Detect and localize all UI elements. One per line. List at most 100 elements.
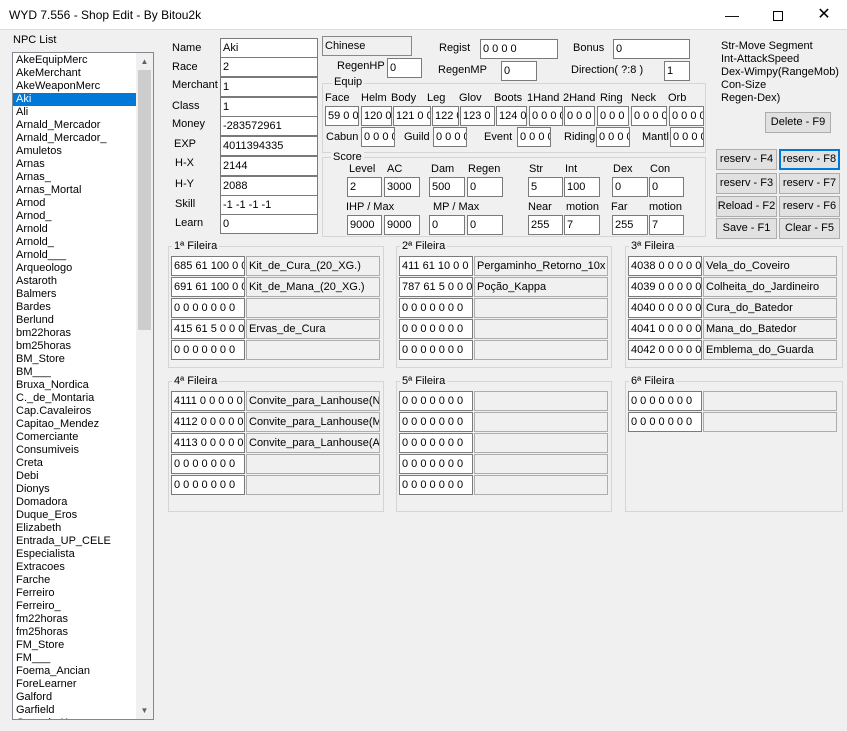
shop-item-code[interactable]: 0 0 0 0 0 0 0 [171, 475, 245, 495]
shop-item-code[interactable]: 0 0 0 0 0 0 0 [399, 454, 473, 474]
equip-slot-field[interactable]: 0 0 0 0 [361, 127, 395, 147]
npc-list-item[interactable]: C._de_Montaria [13, 392, 136, 405]
save-button[interactable]: Save - F1 [716, 218, 777, 239]
equip-slot-field[interactable]: 0 0 0 0 [596, 127, 630, 147]
shop-item-code[interactable]: 4039 0 0 0 0 0 [628, 277, 702, 297]
npc-list-item[interactable]: AkeMerchant [13, 67, 136, 80]
equip-slot-field[interactable]: 0 0 0 0 [529, 106, 563, 126]
npc-list-item[interactable]: Capitao_Mendez [13, 418, 136, 431]
npc-list-item[interactable]: Ganesh_Keys [13, 717, 136, 719]
regenmp-field[interactable]: 0 [501, 61, 537, 81]
equip-slot-field[interactable]: 0 0 0 0 [631, 106, 667, 126]
hy-field[interactable]: 2088 [220, 176, 318, 196]
npc-list-item[interactable]: FM_Store [13, 639, 136, 652]
npc-list-item[interactable]: Elizabeth [13, 522, 136, 535]
exp-field[interactable]: 4011394335 [220, 136, 318, 156]
regist-field[interactable]: 0 0 0 0 [480, 39, 558, 59]
near-field[interactable]: 255 [528, 215, 563, 235]
shop-item-code[interactable]: 0 0 0 0 0 0 0 [171, 298, 245, 318]
shop-item-code[interactable]: 0 0 0 0 0 0 0 [399, 391, 473, 411]
npc-list-item[interactable]: Arnas_ [13, 171, 136, 184]
npc-list-item[interactable]: FM___ [13, 652, 136, 665]
npc-list-item[interactable]: Bruxa_Nordica [13, 379, 136, 392]
equip-slot-field[interactable]: 120 0 0 [361, 106, 392, 126]
shop-item-code[interactable]: 4111 0 0 0 0 0 [171, 391, 245, 411]
delete-button[interactable]: Delete - F9 [765, 112, 831, 133]
npc-list-item[interactable]: Especialista [13, 548, 136, 561]
shop-item-code[interactable]: 787 61 5 0 0 0 [399, 277, 473, 297]
npc-list-item[interactable]: Galford [13, 691, 136, 704]
mp-field[interactable]: 0 [429, 215, 465, 235]
shop-item-code[interactable]: 0 0 0 0 0 0 0 [399, 433, 473, 453]
equip-slot-field[interactable]: 123 0 0 [460, 106, 495, 126]
money-field[interactable]: -283572961 [220, 116, 318, 136]
shop-item-code[interactable]: 0 0 0 0 0 0 0 [628, 391, 702, 411]
npc-list-item[interactable]: Extracoes [13, 561, 136, 574]
npc-list-item[interactable]: Arnod [13, 197, 136, 210]
npc-list-item[interactable]: bm22horas [13, 327, 136, 340]
npc-list-item[interactable]: AkeWeaponMerc [13, 80, 136, 93]
npc-list-item[interactable]: Entrada_UP_CELE [13, 535, 136, 548]
npc-list-item[interactable]: Berlund [13, 314, 136, 327]
reserv-f7-button[interactable]: reserv - F7 [779, 173, 840, 194]
shop-item-code[interactable]: 685 61 100 0 0 [171, 256, 245, 276]
equip-slot-field[interactable]: 0 0 0 0 [670, 127, 704, 147]
equip-slot-field[interactable]: 121 0 0 [393, 106, 431, 126]
equip-slot-field[interactable]: 0 0 0 0 [669, 106, 704, 126]
equip-slot-field[interactable]: 0 0 0 0 [564, 106, 595, 126]
far-motion-field[interactable]: 7 [649, 215, 684, 235]
shop-item-code[interactable]: 0 0 0 0 0 0 0 [171, 454, 245, 474]
scroll-down-icon[interactable]: ▼ [136, 702, 153, 719]
npc-list-item[interactable]: Duque_Eros [13, 509, 136, 522]
bonus-field[interactable]: 0 [613, 39, 690, 59]
npc-list-item[interactable]: Foema_Ancian [13, 665, 136, 678]
clear-button[interactable]: Clear - F5 [779, 218, 840, 239]
regenhp-field[interactable]: 0 [387, 58, 422, 78]
npc-list-item[interactable]: Dionys [13, 483, 136, 496]
npc-list-item[interactable]: bm25horas [13, 340, 136, 353]
npc-list-item[interactable]: Arnas [13, 158, 136, 171]
npc-list-item[interactable]: Arnald_Mercador [13, 119, 136, 132]
level-field[interactable]: 2 [347, 177, 382, 197]
shop-item-code[interactable]: 0 0 0 0 0 0 0 [399, 319, 473, 339]
equip-slot-field[interactable]: 0 0 0 0 [433, 127, 467, 147]
npc-list-item[interactable]: Ferreiro_ [13, 600, 136, 613]
shop-item-code[interactable]: 411 61 10 0 0 [399, 256, 473, 276]
npc-list-item[interactable]: Astaroth [13, 275, 136, 288]
npc-list-item[interactable]: Domadora [13, 496, 136, 509]
npc-list-item[interactable]: fm22horas [13, 613, 136, 626]
npc-list-item[interactable]: Arnald_Mercador_ [13, 132, 136, 145]
class-field[interactable]: 1 [220, 97, 318, 117]
npc-list-item[interactable]: Arnold [13, 223, 136, 236]
scroll-up-icon[interactable]: ▲ [136, 53, 153, 70]
name-field[interactable]: Aki [220, 38, 318, 58]
npc-list-item[interactable]: Arqueologo [13, 262, 136, 275]
npc-list-item[interactable]: ForeLearner [13, 678, 136, 691]
str-field[interactable]: 5 [528, 177, 563, 197]
shop-item-code[interactable]: 0 0 0 0 0 0 0 [399, 340, 473, 360]
npc-list-scrollbar[interactable]: ▲ ▼ [136, 53, 153, 719]
merchant-field[interactable]: 1 [220, 77, 318, 97]
close-button[interactable]: ✕ [801, 0, 847, 30]
shop-item-code[interactable]: 0 0 0 0 0 0 0 [171, 340, 245, 360]
hx-field[interactable]: 2144 [220, 156, 318, 176]
equip-slot-field[interactable]: 59 0 0 [325, 106, 359, 126]
maximize-button[interactable] [755, 0, 801, 30]
npc-list-item[interactable]: Bardes [13, 301, 136, 314]
con-field[interactable]: 0 [649, 177, 684, 197]
npc-list-item[interactable]: Balmers [13, 288, 136, 301]
dex-field[interactable]: 0 [612, 177, 648, 197]
reserv-f8-button[interactable]: reserv - F8 [779, 149, 840, 170]
direction-field[interactable]: 1 [664, 61, 690, 81]
minimize-button[interactable]: — [709, 0, 755, 30]
equip-slot-field[interactable]: 0 0 0 0 [517, 127, 551, 147]
shop-item-code[interactable]: 4040 0 0 0 0 0 [628, 298, 702, 318]
npc-list-item[interactable]: BM_Store [13, 353, 136, 366]
dam-field[interactable]: 500 [429, 177, 465, 197]
npc-list-item[interactable]: Amuletos [13, 145, 136, 158]
skill-field[interactable]: -1 -1 -1 -1 [220, 195, 318, 215]
npc-list-item[interactable]: Farche [13, 574, 136, 587]
npc-list-item[interactable]: Consumiveis [13, 444, 136, 457]
npc-list-item[interactable]: Creta [13, 457, 136, 470]
shop-item-code[interactable]: 4112 0 0 0 0 0 [171, 412, 245, 432]
